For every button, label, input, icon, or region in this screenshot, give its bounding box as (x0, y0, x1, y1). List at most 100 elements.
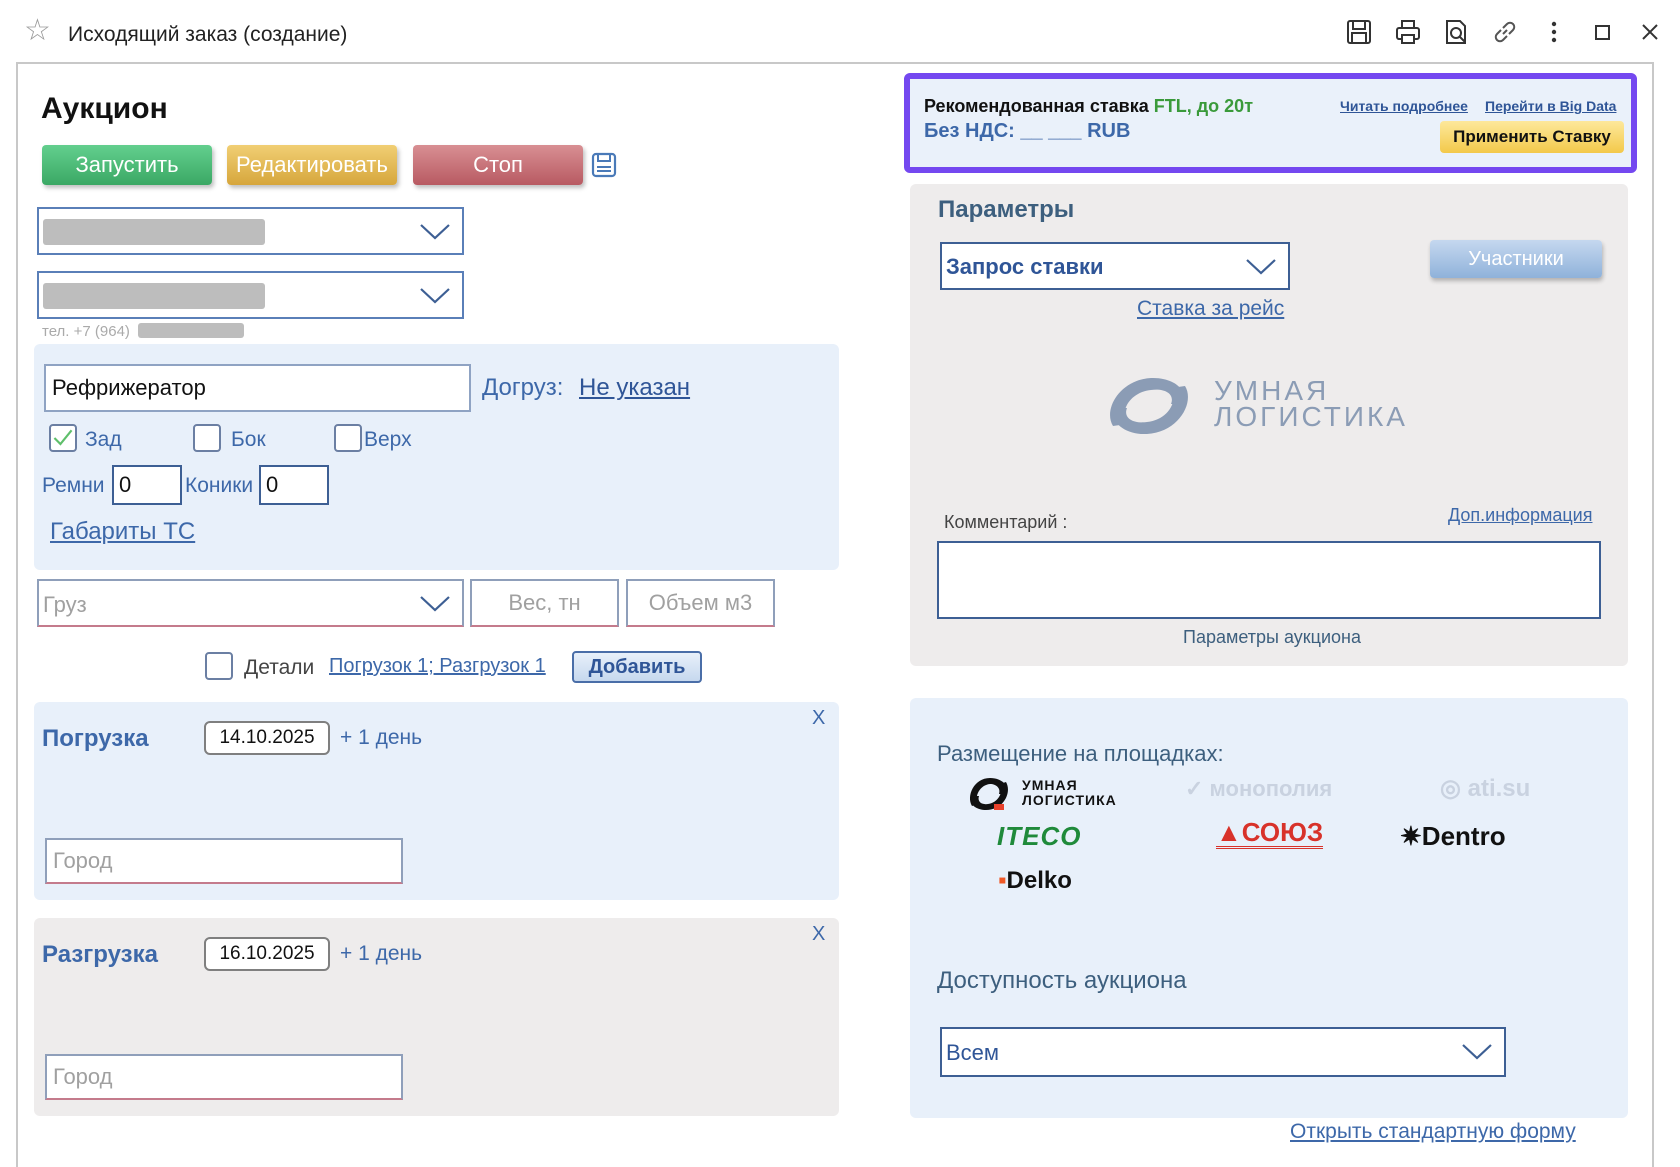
unloading-title: Разгрузка (42, 941, 158, 968)
redacted-value (43, 219, 265, 245)
recommended-rate-box: Рекомендованная ставка FTL, до 20т Без Н… (904, 73, 1637, 173)
monopoly-icon: ✓ (1185, 776, 1210, 801)
vehicle-dimensions-link[interactable]: Габариты ТС (50, 518, 195, 546)
edit-button[interactable]: Редактировать (227, 145, 397, 185)
logo-text: УМНАЯ ЛОГИСТИКА (1214, 377, 1408, 432)
cargo-placeholder: Груз (43, 592, 87, 617)
recommended-rate-type: FTL, до 20т (1153, 96, 1254, 116)
rear-label: Зад (85, 428, 122, 451)
extra-load-label: Догруз: (482, 374, 564, 401)
delko-icon: ▪ (998, 867, 1007, 894)
top-label: Верх (364, 428, 412, 451)
availability-value: Всем (946, 1040, 1000, 1065)
availability-select[interactable]: Всем (940, 1027, 1506, 1077)
top-checkbox[interactable] (334, 424, 362, 452)
delko-platform[interactable]: ▪Delko (998, 867, 1072, 895)
loading-title: Погрузка (42, 725, 149, 752)
request-type-value: Запрос ставки (946, 254, 1104, 279)
points-summary-link[interactable]: Погрузок 1; Разгрузок 1 (329, 655, 546, 678)
unloading-date-input[interactable]: 16.10.2025 (204, 937, 330, 971)
straps-label: Ремни (42, 474, 105, 497)
auction-params-label: Параметры аукциона (1183, 627, 1361, 647)
chevron-down-icon[interactable] (418, 219, 452, 243)
chevron-down-icon[interactable] (1244, 254, 1278, 278)
soyuz-platform[interactable]: ▲СОЮЗ (1216, 817, 1324, 849)
straps-input[interactable]: 0 (112, 465, 182, 505)
extra-load-link[interactable]: Не указан (579, 374, 690, 402)
side-checkbox[interactable] (193, 424, 221, 452)
print-icon[interactable] (1394, 18, 1422, 46)
window-title: Исходящий заказ (создание) (68, 23, 348, 46)
open-standard-form-link[interactable]: Открыть стандартную форму (1290, 1120, 1576, 1144)
loading-remove-icon[interactable]: X (812, 707, 825, 730)
request-type-select[interactable]: Запрос ставки (940, 242, 1290, 290)
ati-text: ati.su (1467, 775, 1531, 802)
unloading-remove-icon[interactable]: X (812, 923, 825, 946)
save-draft-icon[interactable] (591, 152, 617, 178)
umnaya-platform-text[interactable]: УМНАЯ ЛОГИСТИКА (1022, 778, 1117, 808)
dentro-text: Dentro (1421, 821, 1506, 851)
recommended-rate-label: Рекомендованная ставка (924, 96, 1149, 116)
umnaya-platform-icon (966, 774, 1010, 814)
monopoly-platform[interactable]: ✓ монополия (1185, 776, 1332, 802)
preview-icon[interactable] (1442, 18, 1470, 46)
logo-line-2: ЛОГИСТИКА (1214, 401, 1408, 432)
unloading-city-input[interactable]: Город (45, 1054, 403, 1100)
cones-label: Коники (185, 474, 254, 497)
comment-textarea[interactable] (937, 541, 1601, 619)
rate-per-trip-link[interactable]: Ставка за рейс (1137, 297, 1284, 321)
favorite-star-icon[interactable]: ☆ (24, 16, 51, 46)
side-label: Бок (231, 428, 266, 451)
big-data-link[interactable]: Перейти в Big Data (1485, 98, 1616, 114)
body-type-input[interactable]: Рефрижератор (44, 364, 471, 412)
delko-text: Delko (1006, 867, 1072, 894)
weight-input[interactable]: Вес, тн (470, 579, 619, 627)
chevron-down-icon[interactable] (418, 283, 452, 307)
umnaya-line-2: ЛОГИСТИКА (1022, 792, 1117, 808)
loading-date-input[interactable]: 14.10.2025 (204, 721, 330, 755)
rate-without-vat: Без НДС: __ ___ RUB (924, 120, 1131, 142)
monopoly-text: монополия (1209, 776, 1333, 801)
loading-plus-days: + 1 день (340, 726, 423, 749)
redacted-phone (138, 323, 244, 338)
iteco-platform[interactable]: ITECO (997, 821, 1081, 852)
details-checkbox[interactable] (205, 652, 233, 680)
redacted-value (43, 283, 265, 309)
soyuz-text: СОЮЗ (1241, 817, 1324, 847)
dentro-icon: ✷ (1400, 821, 1422, 851)
ati-icon: ◎ (1440, 775, 1468, 802)
maximize-icon[interactable] (1588, 18, 1616, 46)
add-button[interactable]: Добавить (572, 651, 702, 683)
extra-info-link[interactable]: Доп.информация (1448, 505, 1592, 526)
save-icon[interactable] (1345, 18, 1373, 46)
stop-button[interactable]: Стоп (413, 145, 583, 185)
close-icon[interactable] (1636, 18, 1664, 46)
placement-heading: Размещение на площадках: (937, 741, 1224, 766)
counterparty-select[interactable] (37, 207, 464, 255)
availability-heading: Доступность аукциона (937, 967, 1187, 994)
start-button[interactable]: Запустить (42, 145, 212, 185)
contact-select[interactable] (37, 271, 464, 319)
params-heading: Параметры (938, 196, 1075, 223)
title-bar: ☆ Исходящий заказ (создание) (0, 0, 1680, 62)
page-title: Аукцион (41, 92, 168, 125)
chevron-down-icon[interactable] (1460, 1039, 1494, 1063)
participants-button[interactable]: Участники (1430, 240, 1602, 278)
comment-label: Комментарий : (944, 512, 1068, 532)
link-icon[interactable] (1491, 18, 1519, 46)
cones-input[interactable]: 0 (259, 465, 329, 505)
dentro-platform[interactable]: ✷Dentro (1400, 821, 1506, 852)
phone-text: тел. +7 (964) (42, 323, 130, 340)
read-more-link[interactable]: Читать подробнее (1340, 98, 1468, 114)
apply-rate-button[interactable]: Применить Ставку (1440, 121, 1624, 153)
loading-city-input[interactable]: Город (45, 838, 403, 884)
details-label: Детали (244, 656, 315, 679)
soyuz-icon: ▲ (1216, 817, 1242, 847)
volume-input[interactable]: Объем м3 (626, 579, 775, 627)
checkmark-icon (53, 429, 73, 446)
ati-platform[interactable]: ◎ ati.su (1440, 774, 1530, 803)
rear-checkbox[interactable] (49, 424, 77, 452)
cargo-select[interactable]: Груз (37, 579, 464, 627)
more-menu-icon[interactable] (1540, 18, 1568, 46)
chevron-down-icon[interactable] (418, 591, 452, 615)
